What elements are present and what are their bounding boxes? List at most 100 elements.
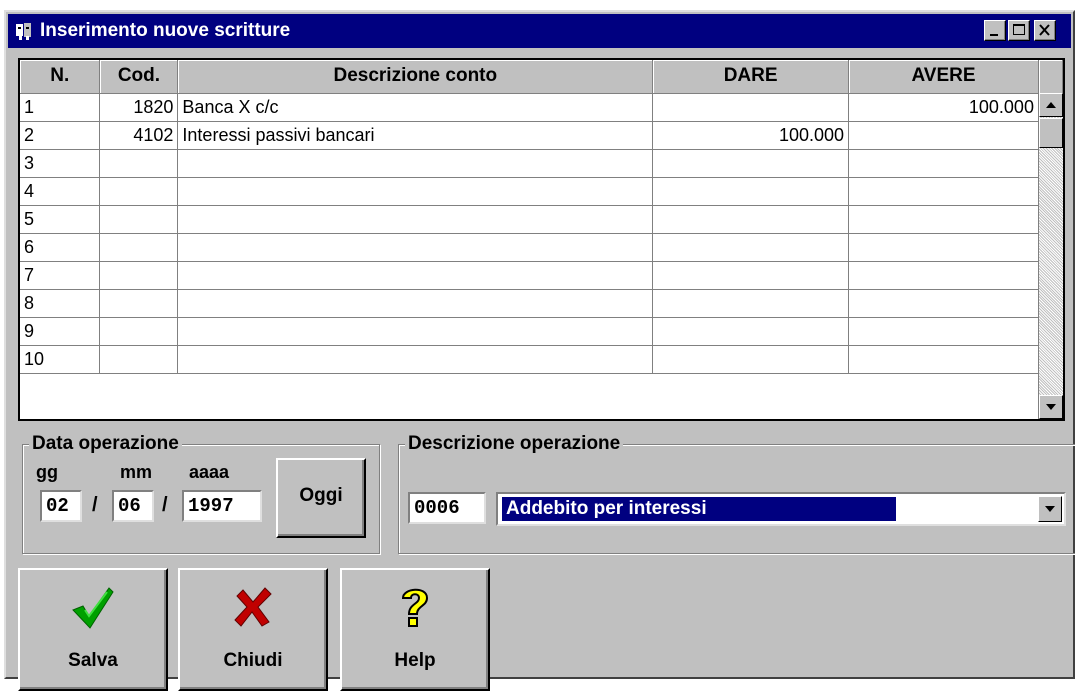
table-row[interactable]: 10	[20, 345, 1063, 374]
cell-cod[interactable]	[99, 149, 179, 178]
cell-n[interactable]: 9	[20, 317, 101, 346]
arrow-down-icon	[1046, 404, 1056, 410]
cell-dare[interactable]	[652, 177, 850, 206]
date-separator-2: /	[162, 494, 168, 516]
cell-n[interactable]: 7	[20, 261, 101, 290]
cell-dare[interactable]	[652, 205, 850, 234]
header-dare[interactable]: DARE	[652, 60, 850, 94]
close-icon	[1039, 24, 1050, 36]
cell-dare[interactable]	[652, 317, 850, 346]
aaaa-field[interactable]: 1997	[182, 490, 262, 522]
close-button[interactable]	[1034, 20, 1056, 41]
salva-button[interactable]: Salva	[18, 568, 168, 691]
table-row[interactable]: 7	[20, 261, 1063, 290]
cell-n[interactable]: 10	[20, 345, 101, 374]
header-row: N. Cod. Descrizione conto DARE AVERE	[20, 60, 1063, 94]
cell-avere[interactable]	[848, 261, 1039, 290]
cell-cod[interactable]	[99, 205, 179, 234]
vertical-scrollbar[interactable]	[1038, 93, 1063, 419]
cell-avere[interactable]	[848, 345, 1039, 374]
cell-avere[interactable]	[848, 121, 1039, 150]
cell-avere[interactable]	[848, 317, 1039, 346]
data-operazione-title: Data operazione	[29, 433, 182, 455]
gg-field[interactable]: 02	[40, 490, 82, 522]
dropdown-button[interactable]	[1038, 496, 1062, 522]
cell-dare[interactable]	[652, 149, 850, 178]
operation-code-field[interactable]: 0006	[408, 492, 486, 524]
operation-description-select[interactable]: Addebito per interessi	[496, 492, 1066, 526]
cell-cod[interactable]	[99, 177, 179, 206]
gg-label: gg	[36, 462, 58, 482]
table-row[interactable]: 9	[20, 317, 1063, 346]
cell-n[interactable]: 6	[20, 233, 101, 262]
cell-desc[interactable]	[177, 177, 654, 206]
cell-dare[interactable]: 100.000	[652, 121, 850, 150]
cell-n[interactable]: 4	[20, 177, 101, 206]
cell-desc[interactable]	[177, 317, 654, 346]
cell-cod[interactable]	[99, 317, 179, 346]
cell-dare[interactable]	[652, 261, 850, 290]
cell-desc[interactable]	[177, 233, 654, 262]
cell-n[interactable]: 8	[20, 289, 101, 318]
cell-cod[interactable]: 1820	[99, 93, 179, 122]
table-row[interactable]: 2 4102 Interessi passivi bancari 100.000	[20, 121, 1063, 150]
scroll-up-button[interactable]	[1039, 93, 1063, 117]
table-row[interactable]: 3	[20, 149, 1063, 178]
cell-desc[interactable]	[177, 289, 654, 318]
cell-cod[interactable]	[99, 289, 179, 318]
header-corner	[1038, 60, 1063, 94]
cell-avere[interactable]	[848, 205, 1039, 234]
cell-desc[interactable]	[177, 345, 654, 374]
cell-avere[interactable]	[848, 289, 1039, 318]
operation-description-selected: Addebito per interessi	[502, 497, 896, 521]
cell-dare[interactable]	[652, 289, 850, 318]
header-avere[interactable]: AVERE	[848, 60, 1039, 94]
cell-n[interactable]: 3	[20, 149, 101, 178]
table-row[interactable]: 8	[20, 289, 1063, 318]
table-row[interactable]: 5	[20, 205, 1063, 234]
cell-avere[interactable]	[848, 149, 1039, 178]
app-icon	[16, 23, 31, 40]
table-row[interactable]: 4	[20, 177, 1063, 206]
cell-dare[interactable]	[652, 345, 850, 374]
maximize-icon	[1013, 24, 1025, 35]
cell-avere[interactable]	[848, 233, 1039, 262]
help-button[interactable]: Help	[340, 568, 490, 691]
header-descrizione[interactable]: Descrizione conto	[177, 60, 654, 94]
chevron-down-icon	[1045, 506, 1055, 512]
header-cod[interactable]: Cod.	[99, 60, 179, 94]
cell-desc[interactable]	[177, 205, 654, 234]
oggi-button[interactable]: Oggi	[276, 458, 366, 538]
cell-cod[interactable]	[99, 345, 179, 374]
table-row[interactable]: 1 1820 Banca X c/c 100.000	[20, 93, 1063, 122]
cell-dare[interactable]	[652, 233, 850, 262]
scroll-down-button[interactable]	[1039, 395, 1063, 419]
cell-n[interactable]: 1	[20, 93, 101, 122]
mm-field[interactable]: 06	[112, 490, 154, 522]
header-n[interactable]: N.	[20, 60, 101, 94]
cell-desc[interactable]: Banca X c/c	[177, 93, 654, 122]
cell-avere[interactable]: 100.000	[848, 93, 1039, 122]
journal-table: N. Cod. Descrizione conto DARE AVERE 1 18…	[20, 60, 1063, 374]
aaaa-label: aaaa	[189, 462, 230, 482]
cell-cod[interactable]	[99, 233, 179, 262]
minimize-button[interactable]	[984, 20, 1006, 41]
table-row[interactable]: 6	[20, 233, 1063, 262]
maximize-button[interactable]	[1008, 20, 1030, 41]
cell-dare[interactable]	[652, 93, 850, 122]
cell-avere[interactable]	[848, 177, 1039, 206]
cell-desc[interactable]: Interessi passivi bancari	[177, 121, 654, 150]
cell-n[interactable]: 2	[20, 121, 101, 150]
question-mark-icon	[401, 588, 429, 627]
title-bar[interactable]: Inserimento nuove scritture	[8, 14, 1071, 48]
minimize-icon	[990, 34, 998, 36]
cell-desc[interactable]	[177, 261, 654, 290]
cell-cod[interactable]: 4102	[99, 121, 179, 150]
checkmark-icon	[72, 587, 114, 629]
scroll-thumb[interactable]	[1039, 118, 1063, 148]
cell-cod[interactable]	[99, 261, 179, 290]
cell-n[interactable]: 5	[20, 205, 101, 234]
chiudi-button[interactable]: Chiudi	[178, 568, 328, 691]
chiudi-label: Chiudi	[223, 650, 283, 671]
cell-desc[interactable]	[177, 149, 654, 178]
